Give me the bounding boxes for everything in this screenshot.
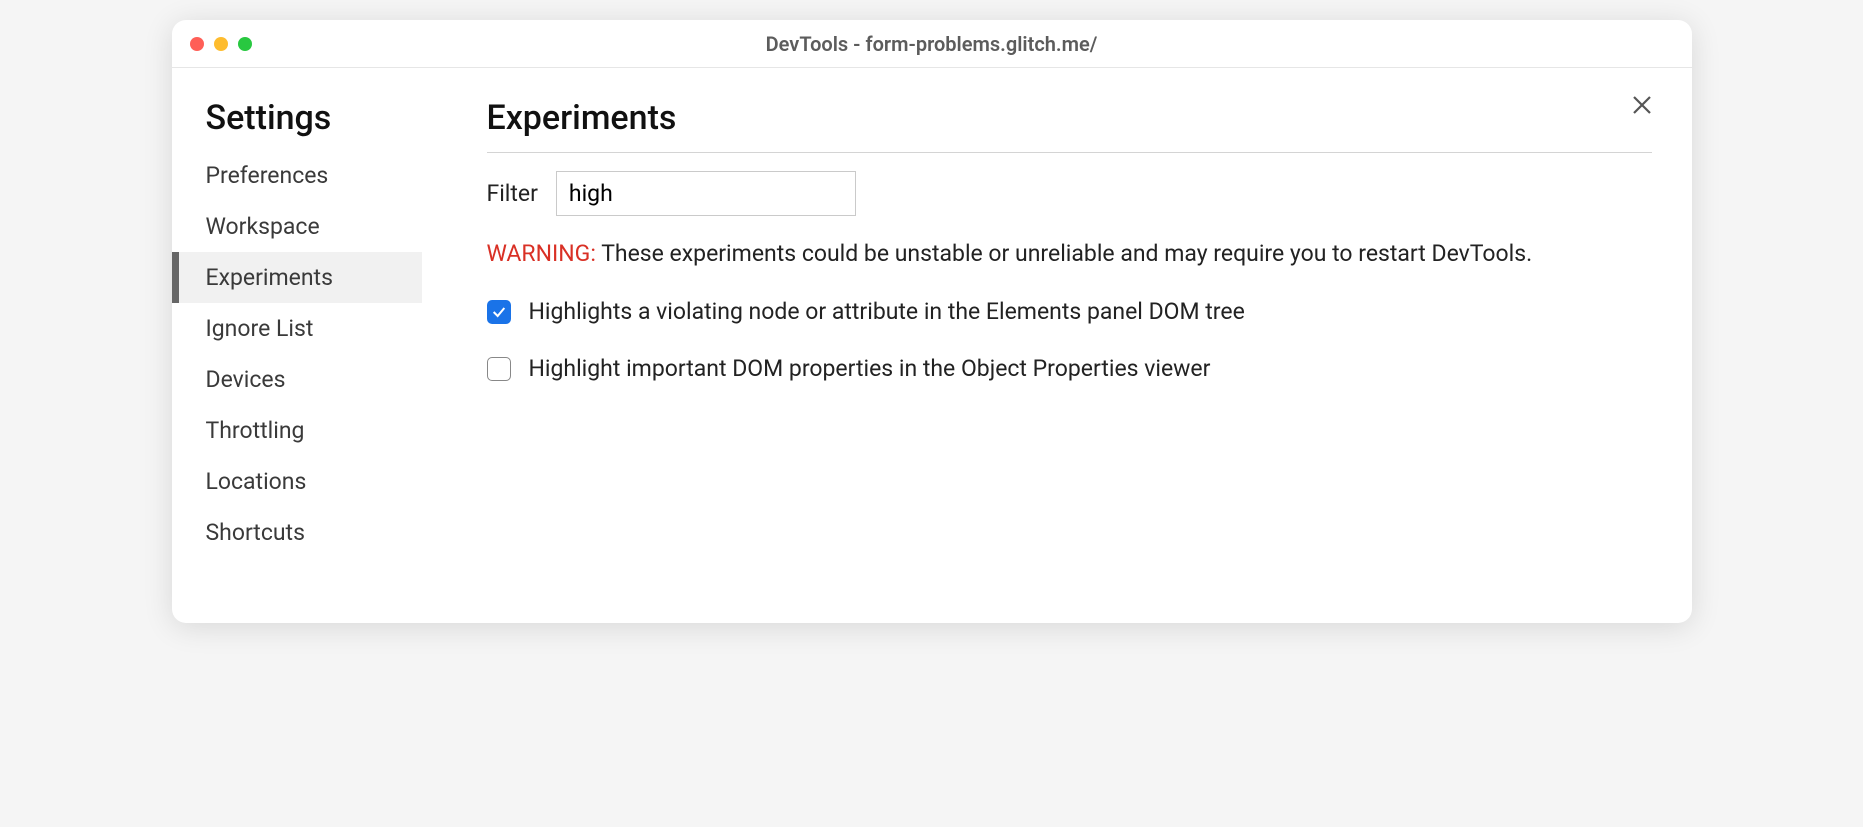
filter-input[interactable] bbox=[556, 171, 856, 216]
close-icon bbox=[1630, 93, 1654, 117]
sidebar-item-label: Throttling bbox=[206, 417, 305, 444]
experiment-item: Highlights a violating node or attribute… bbox=[487, 298, 1652, 325]
sidebar-item-label: Devices bbox=[206, 366, 286, 393]
close-window-button[interactable] bbox=[190, 37, 204, 51]
experiment-item: Highlight important DOM properties in th… bbox=[487, 355, 1652, 382]
page-title: Experiments bbox=[487, 98, 1652, 153]
titlebar: DevTools - form-problems.glitch.me/ bbox=[172, 20, 1692, 68]
filter-row: Filter bbox=[487, 171, 1652, 216]
warning-row: WARNING: These experiments could be unst… bbox=[487, 238, 1652, 270]
sidebar-items: Preferences Workspace Experiments Ignore Li… bbox=[172, 150, 422, 558]
sidebar-title: Settings bbox=[172, 98, 422, 150]
experiment-checkbox[interactable] bbox=[487, 357, 511, 381]
sidebar-item-experiments[interactable]: Experiments bbox=[172, 252, 422, 303]
sidebar-item-shortcuts[interactable]: Shortcuts bbox=[172, 507, 422, 558]
filter-label: Filter bbox=[487, 180, 538, 207]
experiment-list: Highlights a violating node or attribute… bbox=[487, 298, 1652, 382]
content: Settings Preferences Workspace Experiments… bbox=[172, 68, 1692, 623]
close-button[interactable] bbox=[1627, 90, 1657, 120]
sidebar-item-label: Experiments bbox=[206, 264, 333, 291]
sidebar-item-label: Ignore List bbox=[206, 315, 314, 342]
sidebar-item-label: Workspace bbox=[206, 213, 320, 240]
maximize-window-button[interactable] bbox=[238, 37, 252, 51]
checkmark-icon bbox=[491, 304, 507, 320]
window-title: DevTools - form-problems.glitch.me/ bbox=[766, 32, 1098, 56]
sidebar-item-preferences[interactable]: Preferences bbox=[172, 150, 422, 201]
main: Experiments Filter WARNING: These experi… bbox=[422, 68, 1692, 623]
sidebar-item-devices[interactable]: Devices bbox=[172, 354, 422, 405]
sidebar-item-locations[interactable]: Locations bbox=[172, 456, 422, 507]
experiment-checkbox[interactable] bbox=[487, 300, 511, 324]
window: DevTools - form-problems.glitch.me/ Sett… bbox=[172, 20, 1692, 623]
experiment-label[interactable]: Highlights a violating node or attribute… bbox=[529, 298, 1245, 325]
experiment-label[interactable]: Highlight important DOM properties in th… bbox=[529, 355, 1211, 382]
warning-text: These experiments could be unstable or u… bbox=[601, 240, 1532, 267]
warning-label: WARNING: bbox=[487, 240, 596, 267]
traffic-lights bbox=[190, 37, 252, 51]
sidebar-item-workspace[interactable]: Workspace bbox=[172, 201, 422, 252]
minimize-window-button[interactable] bbox=[214, 37, 228, 51]
sidebar-item-throttling[interactable]: Throttling bbox=[172, 405, 422, 456]
sidebar-item-ignore-list[interactable]: Ignore List bbox=[172, 303, 422, 354]
sidebar-item-label: Shortcuts bbox=[206, 519, 305, 546]
sidebar: Settings Preferences Workspace Experiments… bbox=[172, 68, 422, 623]
sidebar-item-label: Locations bbox=[206, 468, 307, 495]
sidebar-item-label: Preferences bbox=[206, 162, 329, 189]
